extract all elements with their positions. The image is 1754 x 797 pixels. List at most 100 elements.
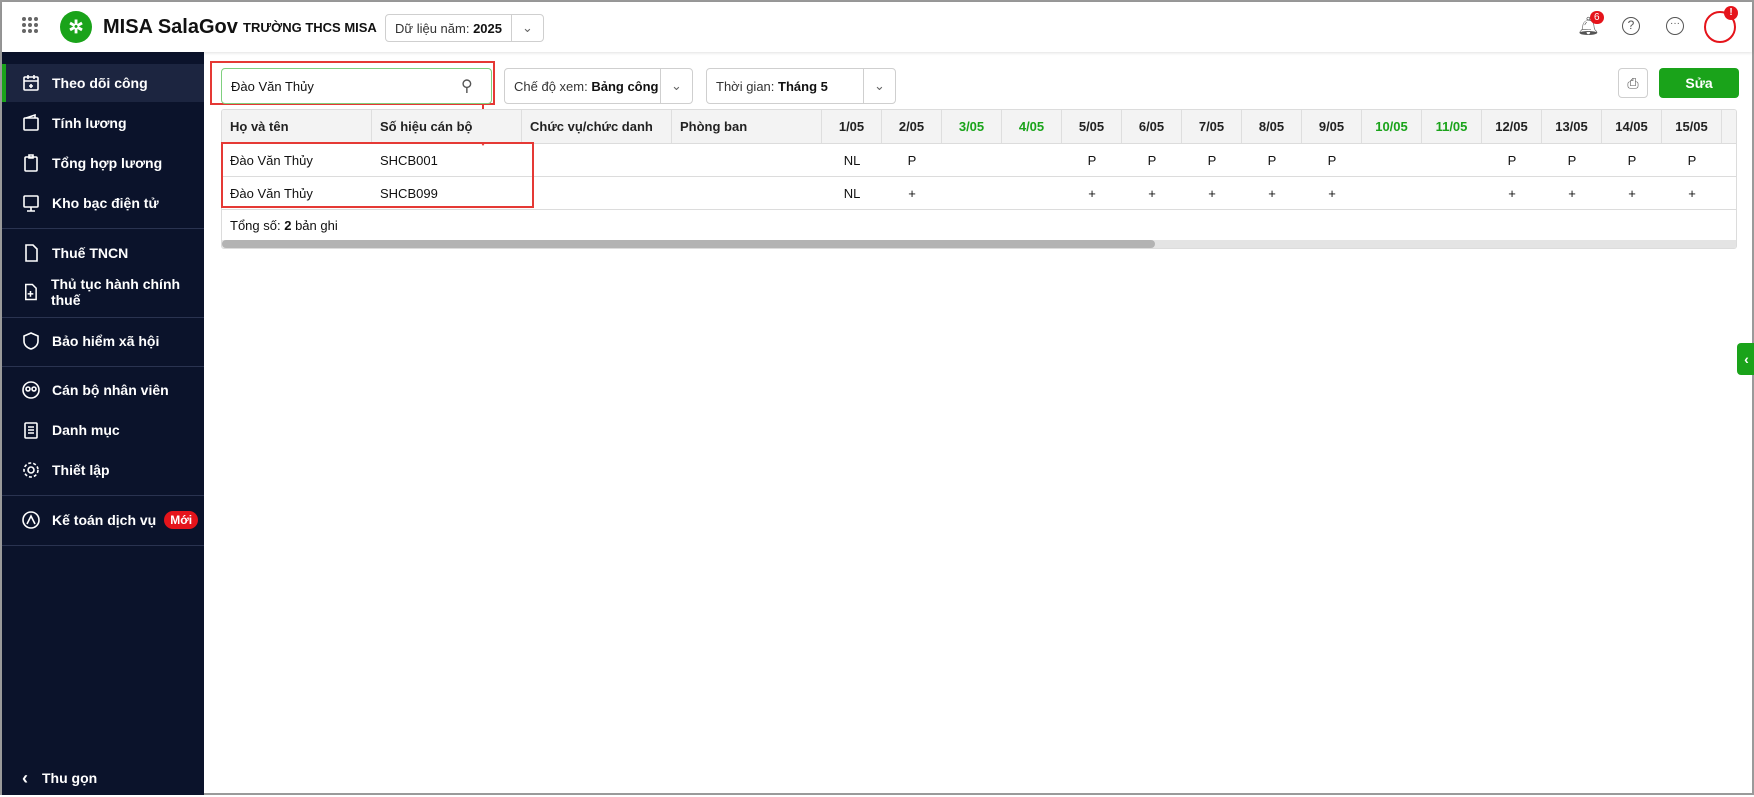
app-grid-icon[interactable] [22, 17, 38, 33]
view-mode-select[interactable]: Chế độ xem: Bảng công ⌄ [504, 68, 693, 104]
collapse-label: Thu gọn [42, 770, 98, 786]
sidebar-item-label: Kế toán dịch vụ [52, 512, 157, 528]
cell-day-mark[interactable] [1002, 177, 1062, 209]
cell-day-mark[interactable]: + [1662, 177, 1722, 209]
year-value: 2025 [473, 20, 502, 36]
chevron-down-icon: ⌄ [511, 15, 543, 41]
cell-day-mark[interactable]: + [1182, 177, 1242, 209]
column-header-day: 1/05 [822, 110, 882, 143]
search-value: Đào Văn Thủy [231, 78, 314, 94]
cell-day-mark[interactable]: P [1482, 144, 1542, 176]
sidebar-item-danh-muc[interactable]: Danh mục [2, 411, 204, 449]
column-header-code: Số hiệu cán bộ [372, 110, 522, 143]
cell-day-mark[interactable]: + [1542, 177, 1602, 209]
sidebar-item-thiet-lap[interactable]: Thiết lập [2, 451, 204, 489]
cell-day-mark[interactable]: P [1662, 144, 1722, 176]
cell-day-mark[interactable]: P [1302, 144, 1362, 176]
sidebar-item-label: Tổng hợp lương [52, 155, 163, 171]
expand-panel-button[interactable]: ‹ [1737, 343, 1754, 375]
cell-day-mark[interactable]: P [1242, 144, 1302, 176]
cell-day-mark[interactable]: + [1602, 177, 1662, 209]
chevron-down-icon: ⌄ [863, 69, 895, 103]
cell-day-mark[interactable]: P [882, 144, 942, 176]
column-header-day: 14/05 [1602, 110, 1662, 143]
cell-day-mark[interactable]: + [1482, 177, 1542, 209]
sidebar-divider [2, 545, 204, 546]
cell-day-mark[interactable] [1422, 144, 1482, 176]
column-header-day: 5/05 [1062, 110, 1122, 143]
scrollbar-thumb[interactable] [222, 240, 1155, 248]
sidebar-item-ke-toan-dich-vu[interactable]: Kế toán dịch vụ Mới [2, 501, 204, 539]
sidebar-item-thu-tuc-thue[interactable]: Thủ tục hành chính thuế [2, 273, 204, 311]
column-header-day: 7/05 [1182, 110, 1242, 143]
column-header-day: 9/05 [1302, 110, 1362, 143]
sidebar-divider [2, 495, 204, 496]
column-header-day: 8/05 [1242, 110, 1302, 143]
sidebar-item-label: Bảo hiểm xã hội [52, 333, 160, 349]
cell-day-mark[interactable]: P [1542, 144, 1602, 176]
sidebar-item-theo-doi-cong[interactable]: Theo dõi công [2, 64, 204, 102]
tax-document-icon [25, 244, 38, 262]
year-select[interactable]: Dữ liệu năm: 2025 ⌄ [385, 14, 544, 42]
cell-day-mark[interactable]: + [1062, 177, 1122, 209]
sidebar-item-kho-bac[interactable]: Kho bạc điện tử [2, 184, 204, 222]
cell-day-mark[interactable]: NL [822, 177, 882, 209]
cell-day-mark[interactable]: P [1602, 144, 1662, 176]
sidebar-item-can-bo[interactable]: Cán bộ nhân viên [2, 371, 204, 409]
sidebar-item-bao-hiem[interactable]: Bảo hiểm xã hội [2, 322, 204, 360]
help-icon[interactable]: ? [1622, 17, 1640, 35]
cell-day-mark[interactable] [1002, 144, 1062, 176]
cell-day-mark[interactable]: + [882, 177, 942, 209]
cell-day-mark[interactable] [1422, 177, 1482, 209]
cell-day-mark[interactable]: NL [822, 144, 882, 176]
sidebar-item-tinh-luong[interactable]: Tính lương [2, 104, 204, 142]
avatar-alert-badge: ! [1724, 6, 1738, 20]
total-suffix: bản ghi [295, 218, 338, 233]
sidebar-item-label: Danh mục [52, 422, 120, 438]
cell-day-mark[interactable]: P [1122, 144, 1182, 176]
horizontal-scrollbar[interactable] [222, 240, 1736, 248]
column-header-day: 11/05 [1422, 110, 1482, 143]
top-header: ✲ MISA SalaGov TRƯỜNG THCS MISA Dữ liệu … [2, 2, 1752, 52]
chevron-left-icon: ‹ [1744, 351, 1749, 367]
clipboard-dollar-icon [24, 154, 38, 172]
column-header-day: 2/05 [882, 110, 942, 143]
sidebar-item-label: Thủ tục hành chính thuế [50, 276, 181, 308]
sidebar-item-tong-hop-luong[interactable]: Tổng hợp lương [2, 144, 204, 182]
search-input[interactable]: Đào Văn Thủy ⚲ [221, 68, 492, 104]
document-plus-icon [25, 283, 37, 301]
cell-day-mark[interactable]: P [1182, 144, 1242, 176]
time-label: Thời gian: [716, 78, 775, 94]
sidebar: Theo dõi công Tính lương Tổng hợp lương … [2, 52, 204, 795]
time-select[interactable]: Thời gian: Tháng 5 ⌄ [706, 68, 896, 104]
search-icon[interactable]: ⚲ [461, 76, 491, 96]
sidebar-item-label: Theo dõi công [52, 75, 148, 91]
chevron-down-icon: ⌄ [660, 69, 692, 103]
misa-logo: ✲ [60, 11, 92, 43]
sidebar-divider [2, 228, 204, 229]
cell-day-mark[interactable] [942, 144, 1002, 176]
cell-day-mark[interactable] [1362, 144, 1422, 176]
cell-day-mark[interactable] [1362, 177, 1422, 209]
sidebar-divider [2, 317, 204, 318]
cell-day-mark[interactable]: + [1242, 177, 1302, 209]
gear-icon [23, 462, 39, 478]
collapse-sidebar-button[interactable]: ‹ Thu gọn [2, 759, 204, 797]
edit-button[interactable]: Sửa [1659, 68, 1739, 98]
new-badge: Mới [164, 511, 199, 529]
column-header-day: 15/05 [1662, 110, 1722, 143]
print-button[interactable]: ⎙ [1618, 68, 1648, 98]
cell-day-mark[interactable]: P [1062, 144, 1122, 176]
wallet-icon [23, 114, 39, 131]
column-header-day: 10/05 [1362, 110, 1422, 143]
cell-day-mark[interactable] [942, 177, 1002, 209]
cell-day-mark[interactable]: + [1302, 177, 1362, 209]
app-name: MISA SalaGov [103, 16, 238, 38]
service-icon [22, 511, 40, 529]
sidebar-item-thue-tncn[interactable]: Thuế TNCN [2, 234, 204, 272]
column-header-day: 12/05 [1482, 110, 1542, 143]
printer-icon: ⎙ [1627, 74, 1639, 91]
cell-day-mark[interactable]: + [1122, 177, 1182, 209]
more-icon[interactable]: ··· [1666, 17, 1684, 35]
table-header: Họ và tên Số hiệu cán bộ Chức vụ/chức da… [222, 110, 1736, 144]
